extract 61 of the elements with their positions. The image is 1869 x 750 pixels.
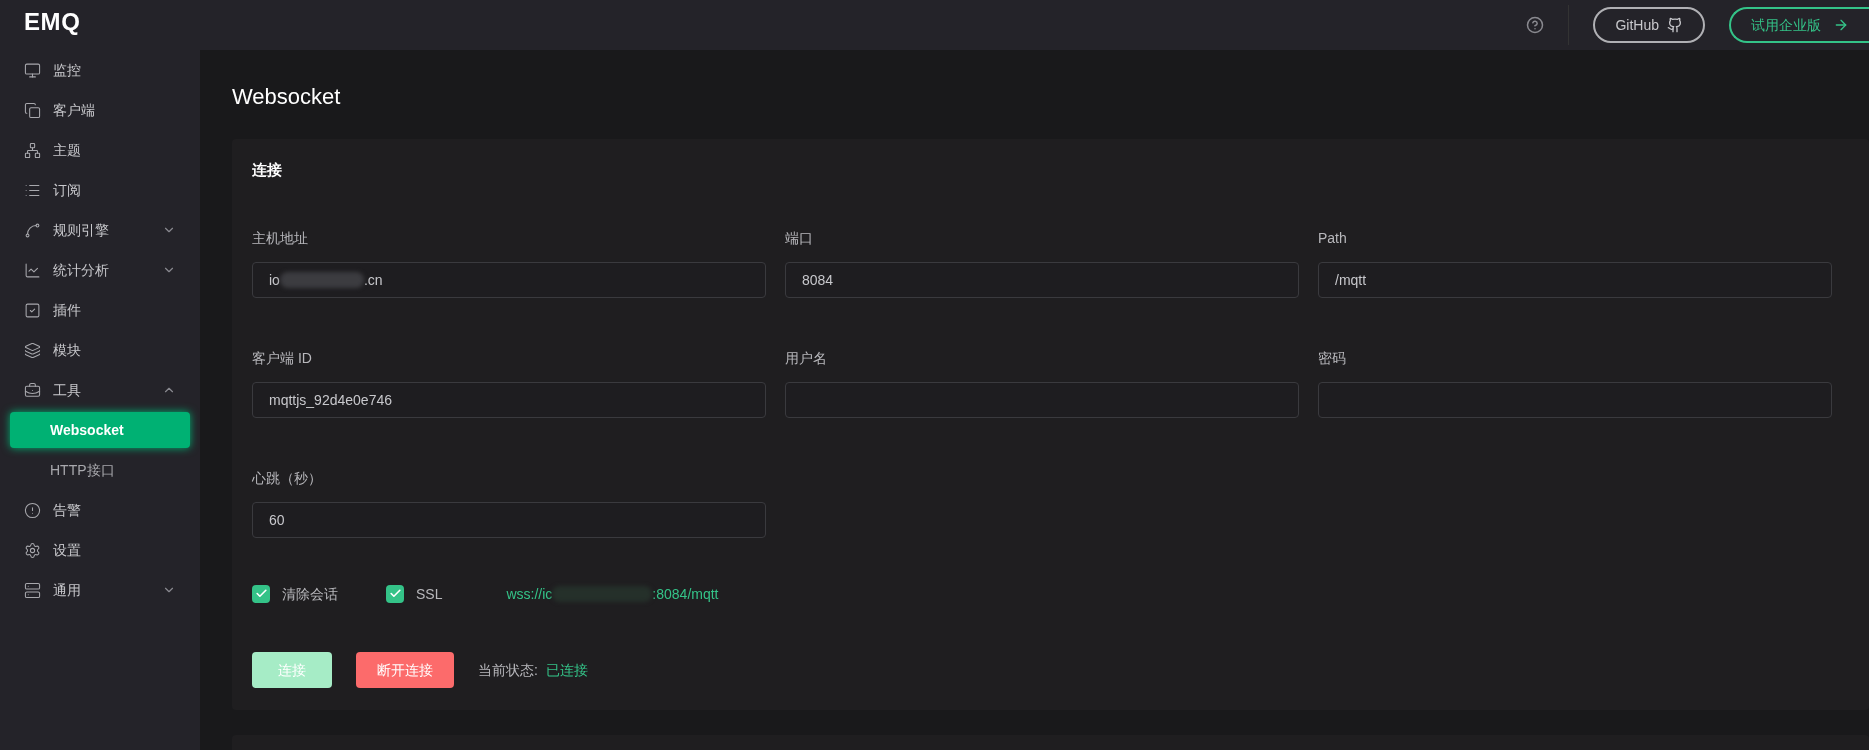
- check-icon: [254, 587, 268, 600]
- hierarchy-icon: [24, 141, 41, 159]
- field-label: 心跳（秒）: [252, 468, 323, 488]
- field-label: 端口: [785, 228, 814, 248]
- nodes-icon: [24, 221, 41, 239]
- logo: EMQ: [24, 7, 81, 37]
- sidebar-item[interactable]: 工具: [0, 370, 200, 410]
- trial-button[interactable]: 试用企业版: [1729, 7, 1869, 43]
- check-icon: [388, 587, 402, 600]
- field-value: /mqtt: [1335, 270, 1367, 290]
- checkbox-label: SSL: [416, 584, 443, 604]
- sidebar-item[interactable]: 统计分析: [0, 250, 200, 290]
- sidebar-item[interactable]: 规则引擎: [0, 210, 200, 250]
- sidebar-item[interactable]: 监控: [0, 50, 200, 90]
- sidebar-item[interactable]: 设置: [0, 530, 200, 570]
- page-title: Websocket: [232, 83, 342, 111]
- input-field[interactable]: 60: [252, 501, 766, 538]
- field-label: 客户端 ID: [252, 348, 313, 368]
- field-label: 用户名: [785, 348, 828, 368]
- field-label: 主机地址: [252, 228, 309, 248]
- checkbox[interactable]: [252, 584, 270, 603]
- card-title: 连接: [252, 160, 283, 180]
- monitor-icon: [24, 61, 41, 79]
- checkbox[interactable]: [386, 584, 404, 603]
- chart-icon: [24, 261, 41, 279]
- sidebar-item[interactable]: 客户端: [0, 90, 200, 130]
- checkbox-label: 清除会话: [282, 584, 338, 604]
- server-icon: [24, 581, 41, 599]
- input-field[interactable]: [785, 381, 1299, 418]
- sidebar-item[interactable]: 模块: [0, 330, 200, 370]
- websocket-url: wss://ic :8084/mqtt: [506, 584, 719, 604]
- sidebar-subitem[interactable]: HTTP接口: [10, 452, 190, 488]
- github-button[interactable]: GitHub: [1593, 7, 1705, 43]
- input-field[interactable]: /mqtt: [1318, 261, 1832, 298]
- status-label: 当前状态:: [478, 660, 538, 680]
- sidebar-item[interactable]: 通用: [0, 570, 200, 610]
- toolbox-icon: [24, 381, 41, 399]
- field-label: Path: [1318, 228, 1348, 248]
- field-value: .cn: [363, 270, 383, 290]
- alert-icon: [24, 501, 41, 519]
- sidebar-item[interactable]: 告警: [0, 490, 200, 530]
- github-icon: [1667, 17, 1683, 33]
- input-field[interactable]: io .cn: [252, 261, 766, 298]
- field-value: io: [269, 270, 280, 290]
- field-value: 8084: [802, 270, 834, 290]
- status-value: 已连接: [545, 660, 588, 680]
- arrow-right-icon: [1833, 17, 1849, 33]
- field-value: mqttjs_92d4e0e746: [269, 390, 392, 410]
- input-field[interactable]: [1318, 381, 1832, 418]
- settings-icon: [24, 541, 41, 559]
- sidebar-item[interactable]: 主题: [0, 130, 200, 170]
- field-label: 密码: [1318, 348, 1347, 368]
- sidebar-item[interactable]: 插件: [0, 290, 200, 330]
- input-field[interactable]: mqttjs_92d4e0e746: [252, 381, 766, 418]
- windows-icon: [24, 101, 41, 119]
- field-value: 60: [269, 510, 285, 530]
- layers-icon: [24, 341, 41, 359]
- sidebar-item[interactable]: 订阅: [0, 170, 200, 210]
- input-field[interactable]: 8084: [785, 261, 1299, 298]
- checkbox-icon: [24, 301, 41, 319]
- help-icon[interactable]: [1526, 16, 1545, 34]
